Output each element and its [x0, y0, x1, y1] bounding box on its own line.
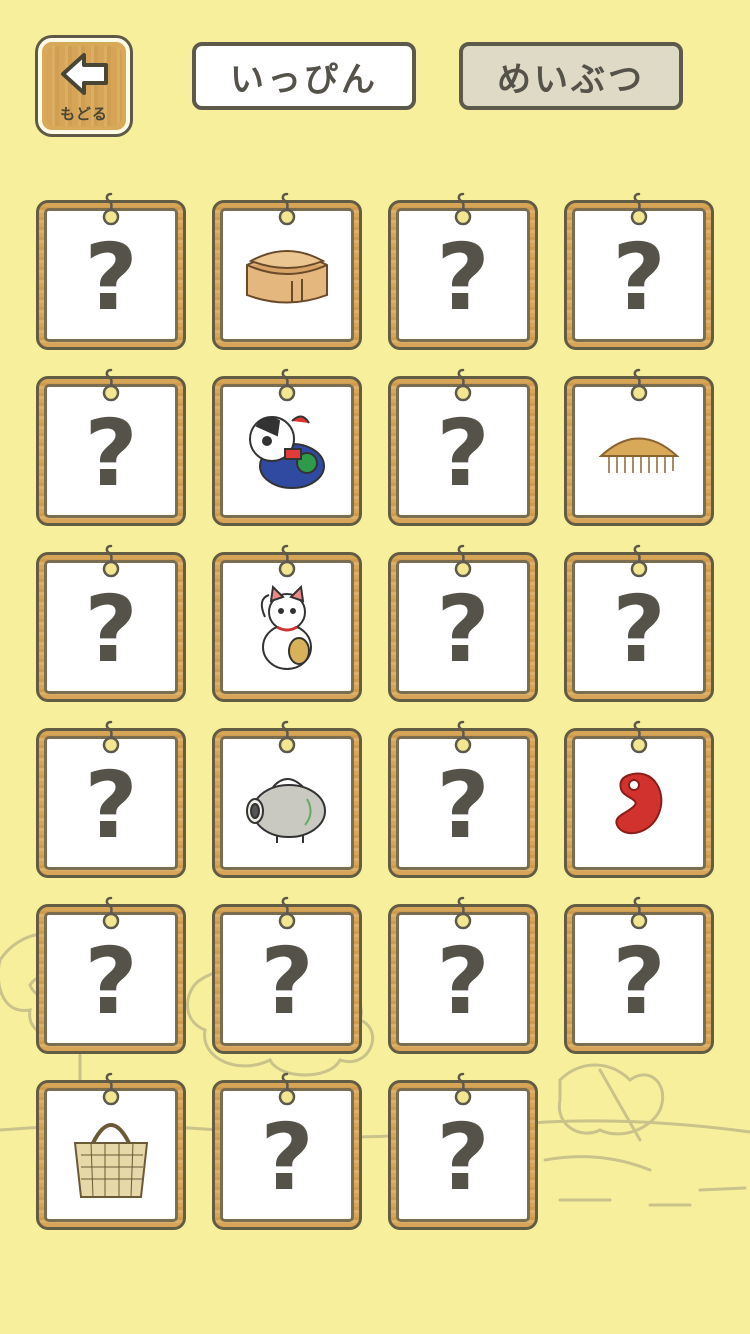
hanging-hook-icon	[630, 368, 648, 402]
collection-card-locked[interactable]: ?	[564, 192, 714, 350]
unknown-item-mark: ?	[612, 928, 666, 1035]
collection-card-locked[interactable]: ?	[388, 896, 538, 1054]
unknown-item-mark: ?	[84, 928, 138, 1035]
collection-card[interactable]	[212, 720, 362, 878]
hanging-hook-icon	[278, 720, 296, 754]
collection-card-locked[interactable]: ?	[388, 720, 538, 878]
hanging-hook-icon	[630, 192, 648, 226]
hanging-hook-icon	[630, 544, 648, 578]
collection-card-locked[interactable]: ?	[212, 896, 362, 1054]
hanging-hook-icon	[454, 192, 472, 226]
collection-card-locked[interactable]: ?	[212, 1072, 362, 1230]
back-button[interactable]: もどる	[38, 38, 130, 134]
hanging-hook-icon	[278, 192, 296, 226]
unknown-item-mark: ?	[84, 224, 138, 331]
hanging-hook-icon	[278, 368, 296, 402]
collection-card-locked[interactable]: ?	[388, 192, 538, 350]
unknown-item-mark: ?	[260, 1104, 314, 1211]
hanging-hook-icon	[630, 720, 648, 754]
collection-card[interactable]	[212, 544, 362, 702]
collection-card[interactable]	[212, 192, 362, 350]
collection-card-locked[interactable]: ?	[36, 720, 186, 878]
unknown-item-mark: ?	[260, 928, 314, 1035]
unknown-item-mark: ?	[84, 400, 138, 507]
collection-card-locked[interactable]: ?	[36, 368, 186, 526]
hanging-hook-icon	[278, 1072, 296, 1106]
hanging-hook-icon	[102, 1072, 120, 1106]
hanging-hook-icon	[102, 720, 120, 754]
collection-card-locked[interactable]: ?	[36, 544, 186, 702]
collection-card[interactable]	[564, 720, 714, 878]
back-button-label: もどる	[60, 105, 108, 123]
hanging-hook-icon	[102, 544, 120, 578]
unknown-item-mark: ?	[436, 224, 490, 331]
hanging-hook-icon	[454, 720, 472, 754]
hanging-hook-icon	[454, 544, 472, 578]
collection-card-locked[interactable]: ?	[388, 368, 538, 526]
tab-meibutsu[interactable]: めいぶつ	[459, 42, 683, 110]
collection-card-locked[interactable]: ?	[564, 896, 714, 1054]
hanging-hook-icon	[630, 896, 648, 930]
collection-card[interactable]	[36, 1072, 186, 1230]
unknown-item-mark: ?	[436, 928, 490, 1035]
unknown-item-mark: ?	[612, 224, 666, 331]
unknown-item-mark: ?	[436, 400, 490, 507]
collection-card-locked[interactable]: ?	[388, 544, 538, 702]
unknown-item-mark: ?	[84, 576, 138, 683]
hanging-hook-icon	[102, 192, 120, 226]
collection-card-locked[interactable]: ?	[36, 192, 186, 350]
unknown-item-mark: ?	[436, 1104, 490, 1211]
hanging-hook-icon	[102, 368, 120, 402]
hanging-hook-icon	[454, 896, 472, 930]
unknown-item-mark: ?	[436, 576, 490, 683]
unknown-item-mark: ?	[84, 752, 138, 859]
hanging-hook-icon	[102, 896, 120, 930]
hanging-hook-icon	[278, 896, 296, 930]
hanging-hook-icon	[454, 1072, 472, 1106]
collection-card-locked[interactable]: ?	[388, 1072, 538, 1230]
collection-card-locked[interactable]: ?	[564, 544, 714, 702]
collection-card[interactable]	[212, 368, 362, 526]
collection-card[interactable]	[564, 368, 714, 526]
collection-card-locked[interactable]: ?	[36, 896, 186, 1054]
hanging-hook-icon	[278, 544, 296, 578]
tab-ippin[interactable]: いっぴん	[192, 42, 416, 110]
back-arrow-icon	[61, 53, 108, 95]
hanging-hook-icon	[454, 368, 472, 402]
unknown-item-mark: ?	[436, 752, 490, 859]
unknown-item-mark: ?	[612, 576, 666, 683]
